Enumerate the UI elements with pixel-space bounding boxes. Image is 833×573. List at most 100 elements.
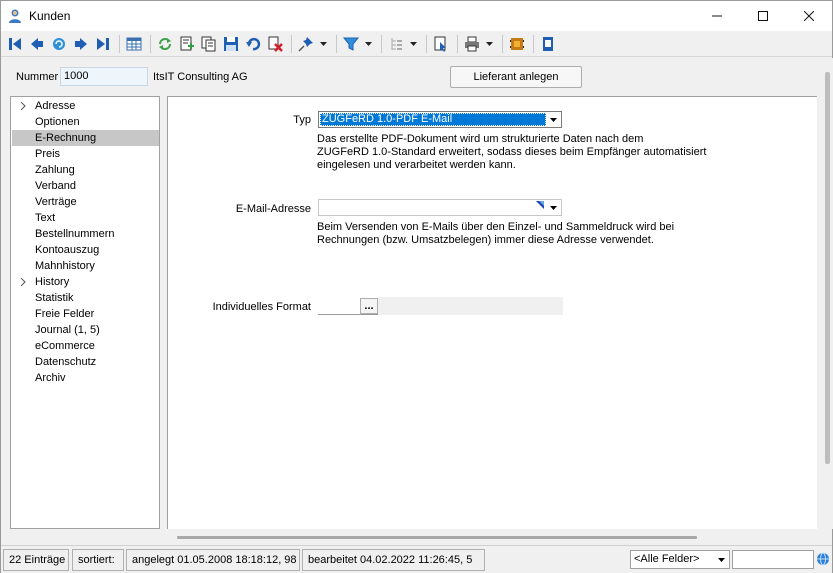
chevron-right-icon[interactable] bbox=[20, 278, 26, 286]
previous-record-icon[interactable] bbox=[27, 34, 47, 54]
edited-info: bearbeitet 04.02.2022 11:26:45, 5 bbox=[302, 549, 485, 571]
globe-search-icon[interactable] bbox=[816, 552, 830, 566]
typ-description-line: ZUGFeRD 1.0-Standard erweitert, sodass d… bbox=[317, 146, 707, 158]
nav-item-kontoauszug[interactable]: Kontoauszug bbox=[12, 242, 159, 258]
nav-item-label: Optionen bbox=[35, 116, 80, 128]
nav-item-adresse[interactable]: Adresse bbox=[12, 98, 159, 114]
email-description-line: Beim Versenden von E-Mails über den Einz… bbox=[317, 221, 675, 233]
scroll-thumb[interactable] bbox=[825, 72, 830, 464]
format-row: ... bbox=[318, 297, 563, 315]
nav-item-label: eCommerce bbox=[35, 340, 95, 352]
toolbar-separator bbox=[457, 34, 458, 53]
nav-item-archiv[interactable]: Archiv bbox=[12, 370, 159, 386]
toolbar-separator bbox=[336, 34, 337, 53]
minimize-icon[interactable] bbox=[694, 1, 740, 31]
notepad-icon[interactable] bbox=[538, 34, 558, 54]
scroll-thumb[interactable] bbox=[177, 536, 697, 539]
nav-item-label: Mahnhistory bbox=[35, 260, 95, 272]
copy-record-icon[interactable] bbox=[199, 34, 219, 54]
nav-item-label: Freie Felder bbox=[35, 308, 95, 320]
toolbar-separator bbox=[502, 34, 503, 53]
typ-select[interactable]: ZUGFeRD 1.0-PDF E-Mail bbox=[318, 111, 562, 128]
nav-item-zahlung[interactable]: Zahlung bbox=[12, 162, 159, 178]
nav-item-e-rechnung[interactable]: E-Rechnung bbox=[12, 130, 159, 146]
search-record-icon[interactable] bbox=[49, 34, 69, 54]
toolbar-separator bbox=[426, 34, 427, 53]
chevron-right-icon[interactable] bbox=[20, 102, 26, 110]
nummer-label: Nummer bbox=[16, 71, 59, 83]
filter-dropdown-icon[interactable] bbox=[363, 34, 373, 54]
addon-icon[interactable] bbox=[507, 34, 527, 54]
pin-icon[interactable] bbox=[296, 34, 316, 54]
nav-item-mahnhistory[interactable]: Mahnhistory bbox=[12, 258, 159, 274]
typ-selected-value: ZUGFeRD 1.0-PDF E-Mail bbox=[320, 113, 546, 126]
undo-icon[interactable] bbox=[243, 34, 263, 54]
email-field[interactable] bbox=[318, 199, 562, 216]
record-count: 22 Einträge bbox=[3, 549, 69, 571]
sort-status: sortiert: bbox=[72, 549, 124, 571]
tree-dropdown-icon[interactable] bbox=[408, 34, 418, 54]
vertical-scrollbar[interactable] bbox=[823, 58, 833, 529]
save-icon[interactable] bbox=[221, 34, 241, 54]
first-record-icon[interactable] bbox=[5, 34, 25, 54]
nav-item-preis[interactable]: Preis bbox=[12, 146, 159, 162]
email-description-line: Rechnungen (bzw. Umsatzbelegen) immer di… bbox=[317, 234, 654, 246]
nav-item-label: Bestellnummern bbox=[35, 228, 115, 240]
table-view-icon[interactable] bbox=[124, 34, 144, 54]
nav-item-label: Journal (1, 5) bbox=[35, 324, 100, 336]
last-record-icon[interactable] bbox=[93, 34, 113, 54]
chevron-down-icon[interactable] bbox=[546, 200, 561, 215]
email-label: E-Mail-Adresse bbox=[235, 203, 311, 215]
toolbar-separator bbox=[119, 34, 120, 53]
lieferant-anlegen-button[interactable]: Lieferant anlegen bbox=[450, 66, 582, 88]
pin-dropdown-icon[interactable] bbox=[318, 34, 328, 54]
nav-item-datenschutz[interactable]: Datenschutz bbox=[12, 354, 159, 370]
nav-item-label: E-Rechnung bbox=[35, 132, 97, 144]
nav-item-ecommerce[interactable]: eCommerce bbox=[12, 338, 159, 354]
nav-item-label: Kontoauszug bbox=[35, 244, 100, 256]
nav-item-label: Preis bbox=[35, 148, 61, 160]
close-icon[interactable] bbox=[786, 1, 832, 31]
new-record-icon[interactable] bbox=[177, 34, 197, 54]
maximize-icon[interactable] bbox=[740, 1, 786, 31]
nav-item-history[interactable]: History bbox=[12, 274, 159, 290]
user-icon bbox=[9, 9, 21, 23]
nav-item-journal-1-5[interactable]: Journal (1, 5) bbox=[12, 322, 159, 338]
delete-icon[interactable] bbox=[265, 34, 285, 54]
kunden-window: Kunden Nummer 1000 ItsIT Consulting AG L… bbox=[0, 0, 833, 573]
nav-item-label: Statistik bbox=[35, 292, 74, 304]
e-rechnung-panel: Typ ZUGFeRD 1.0-PDF E-Mail Das erstellte… bbox=[167, 96, 817, 529]
typ-label: Typ bbox=[293, 114, 311, 126]
print-dropdown-icon[interactable] bbox=[484, 34, 494, 54]
window-title: Kunden bbox=[29, 9, 71, 23]
tree-icon[interactable] bbox=[386, 34, 406, 54]
nav-item-label: Zahlung bbox=[35, 164, 75, 176]
corner-marker-icon bbox=[536, 201, 544, 209]
nav-item-label: Text bbox=[35, 212, 56, 224]
nav-item-label: Adresse bbox=[35, 100, 76, 112]
typ-description-line: eingelesen und verarbeitet werden kann. bbox=[317, 159, 516, 171]
title-bar: Kunden bbox=[1, 1, 832, 31]
refresh-icon[interactable] bbox=[155, 34, 175, 54]
field-select[interactable]: <Alle Felder> bbox=[630, 550, 730, 569]
nav-item-label: History bbox=[35, 276, 70, 288]
report-icon[interactable] bbox=[431, 34, 451, 54]
chevron-down-icon[interactable] bbox=[546, 112, 561, 127]
status-bar: 22 Einträge sortiert: angelegt 01.05.200… bbox=[1, 545, 832, 573]
record-header: Nummer 1000 ItsIT Consulting AG Lieferan… bbox=[1, 58, 823, 94]
company-name: ItsIT Consulting AG bbox=[153, 71, 248, 83]
created-info: angelegt 01.05.2008 18:18:12, 98 bbox=[126, 549, 300, 571]
next-record-icon[interactable] bbox=[71, 34, 91, 54]
chevron-down-icon[interactable] bbox=[714, 551, 729, 568]
format-browse-button[interactable]: ... bbox=[360, 298, 378, 314]
nav-item-label: Verträge bbox=[35, 196, 77, 208]
nav-item-bestellnummern[interactable]: Bestellnummern bbox=[12, 226, 159, 242]
horizontal-scrollbar[interactable] bbox=[167, 531, 817, 543]
nav-item-verband[interactable]: Verband bbox=[12, 178, 159, 194]
filter-icon[interactable] bbox=[341, 34, 361, 54]
nummer-field[interactable]: 1000 bbox=[60, 67, 148, 86]
search-input[interactable] bbox=[732, 550, 814, 569]
print-icon[interactable] bbox=[462, 34, 482, 54]
toolbar bbox=[1, 31, 832, 57]
typ-description-line: Das erstellte PDF-Dokument wird um struk… bbox=[317, 133, 644, 145]
